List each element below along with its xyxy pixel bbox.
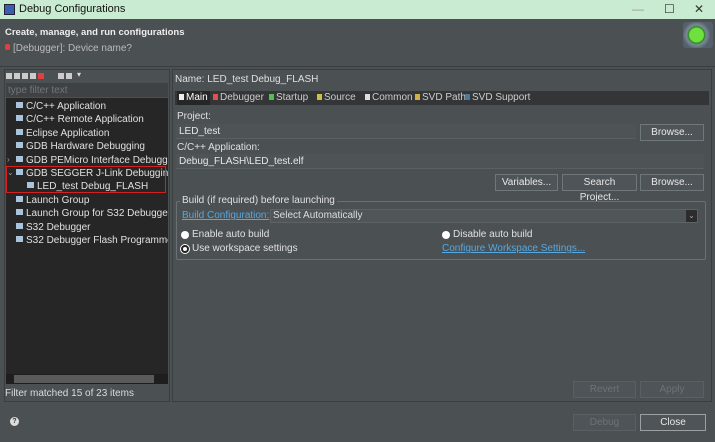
maximize-button[interactable]: ☐ xyxy=(664,2,675,16)
tab-bar: Main Debugger Startup Source Common SVD Path S… xyxy=(175,91,709,105)
duplicate-icon[interactable] xyxy=(30,73,36,79)
disable-auto-build-label: Disable auto build xyxy=(453,229,533,240)
launch-config-icon xyxy=(16,142,23,149)
export-icon[interactable] xyxy=(22,73,28,79)
tree-item-label: Launch Group xyxy=(26,194,90,206)
tree-item[interactable]: Launch Group xyxy=(6,195,168,208)
tree-item-label: C/C++ Application xyxy=(26,101,107,112)
header-title: Create, manage, and run configurations xyxy=(5,27,185,38)
enable-auto-build-label: Enable auto build xyxy=(192,229,270,240)
tree-item[interactable]: S32 Debugger Flash Programmer xyxy=(6,235,168,248)
tree-item-label: S32 Debugger Flash Programmer xyxy=(26,235,168,246)
expander-icon[interactable]: › xyxy=(7,155,10,164)
tree-item[interactable]: C/C++ Remote Application xyxy=(6,114,168,127)
tab-common[interactable]: Common xyxy=(365,92,413,103)
build-configuration-link[interactable]: Build Configuration: xyxy=(182,210,269,221)
collapse-all-icon[interactable] xyxy=(58,73,64,79)
tree-item-label: GDB Hardware Debugging xyxy=(26,141,145,153)
build-configuration-select[interactable]: Select Automatically ⌄ xyxy=(270,209,698,223)
tab-label: SVD Support xyxy=(472,92,531,103)
browse-project-button[interactable]: Browse... xyxy=(640,124,704,141)
project-field[interactable]: LED_test xyxy=(176,124,636,139)
variables-button[interactable]: Variables... xyxy=(495,174,558,191)
revert-button[interactable]: Revert xyxy=(573,381,636,398)
tree-item-label: C/C++ Remote Application xyxy=(26,114,144,126)
launch-config-icon xyxy=(16,128,23,135)
tree-item-label: Launch Group for S32 Debugger xyxy=(26,208,168,220)
config-tree: C/C++ Application C/C++ Remote Applicatio… xyxy=(6,98,168,374)
tab-icon xyxy=(465,94,470,100)
close-window-button[interactable]: ✕ xyxy=(694,2,704,16)
build-group-title: Build (if required) before launching xyxy=(180,195,337,206)
tree-item-label: Eclipse Application xyxy=(26,127,110,139)
tab-label: Source xyxy=(324,92,356,103)
app-icon xyxy=(4,4,15,15)
tree-item-label: GDB PEMicro Interface Debugging xyxy=(26,154,168,166)
new-prototype-icon[interactable] xyxy=(14,73,20,79)
launch-config-icon xyxy=(16,222,23,229)
tab-startup[interactable]: Startup xyxy=(269,92,308,103)
search-project-button[interactable]: Search Project... xyxy=(562,174,637,203)
help-icon[interactable]: ? xyxy=(10,417,19,426)
error-message: [Debugger]: Device name? xyxy=(13,43,132,54)
launch-config-icon xyxy=(16,102,23,108)
apply-button[interactable]: Apply xyxy=(640,381,704,398)
tab-label: SVD Path xyxy=(422,92,466,103)
new-config-icon[interactable] xyxy=(6,73,12,79)
filter-input[interactable] xyxy=(6,83,168,97)
launch-config-icon xyxy=(16,236,23,242)
configure-workspace-link[interactable]: Configure Workspace Settings... xyxy=(442,243,585,254)
debug-bug-icon xyxy=(683,22,713,48)
tab-main[interactable]: Main xyxy=(177,91,210,105)
filter-icon[interactable] xyxy=(66,73,72,79)
tree-item[interactable]: Launch Group for S32 Debugger xyxy=(6,208,168,221)
minimize-button[interactable]: — xyxy=(632,2,644,16)
browse-application-button[interactable]: Browse... xyxy=(640,174,704,191)
window-title: Debug Configurations xyxy=(19,3,126,15)
use-workspace-settings-radio[interactable] xyxy=(181,245,189,253)
launch-config-icon xyxy=(16,115,23,122)
launch-config-icon xyxy=(16,209,23,216)
application-field[interactable]: Debug_FLASH\LED_test.elf xyxy=(176,154,704,169)
app-label: C/C++ Application: xyxy=(177,142,260,153)
name-value[interactable]: LED_test Debug_FLASH xyxy=(207,74,318,85)
tab-label: Common xyxy=(372,92,413,103)
name-label: Name: xyxy=(175,74,205,85)
tab-label: Debugger xyxy=(220,92,264,103)
use-workspace-settings-label: Use workspace settings xyxy=(192,243,298,254)
tree-item-label: S32 Debugger xyxy=(26,221,91,233)
build-configuration-value: Select Automatically xyxy=(273,210,363,221)
tab-icon xyxy=(269,94,274,100)
tree-item[interactable]: C/C++ Application xyxy=(6,101,168,114)
tab-label: Main xyxy=(186,92,208,103)
tab-svd-path[interactable]: SVD Path xyxy=(415,92,466,103)
tab-source[interactable]: Source xyxy=(317,92,356,103)
highlight-box xyxy=(6,166,166,193)
tab-svd-support[interactable]: SVD Support xyxy=(465,92,530,103)
tab-icon xyxy=(365,94,370,100)
chevron-down-icon: ⌄ xyxy=(686,210,697,222)
tab-icon xyxy=(415,94,420,100)
close-button[interactable]: Close xyxy=(640,414,706,431)
tree-item[interactable]: GDB Hardware Debugging xyxy=(6,141,168,154)
filter-status: Filter matched 15 of 23 items xyxy=(5,388,134,399)
debug-button[interactable]: Debug xyxy=(573,414,636,431)
launch-config-icon xyxy=(16,195,23,202)
tab-label: Startup xyxy=(276,92,309,103)
tab-debugger[interactable]: Debugger xyxy=(213,92,264,103)
enable-auto-build-radio[interactable] xyxy=(181,231,189,239)
project-label: Project: xyxy=(177,111,211,122)
title-bar: Debug Configurations — ☐ ✕ xyxy=(0,0,715,19)
launch-config-icon xyxy=(16,155,23,162)
tree-item[interactable]: S32 Debugger xyxy=(6,222,168,235)
error-icon xyxy=(5,44,10,50)
tab-icon xyxy=(213,94,218,100)
tree-item[interactable]: Eclipse Application xyxy=(6,128,168,141)
delete-icon[interactable] xyxy=(38,73,44,79)
tab-icon xyxy=(317,94,322,100)
scrollbar-thumb[interactable] xyxy=(14,375,154,383)
tab-icon xyxy=(179,94,184,100)
view-menu-icon[interactable]: ▾ xyxy=(77,70,81,79)
disable-auto-build-radio[interactable] xyxy=(442,231,450,239)
